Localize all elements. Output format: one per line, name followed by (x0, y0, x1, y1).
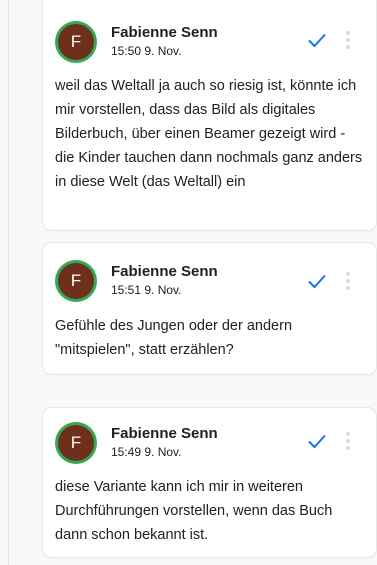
panel-divider (8, 0, 9, 565)
more-vert-icon[interactable] (342, 28, 354, 52)
author-avatar: F (58, 24, 94, 60)
check-icon[interactable] (305, 429, 329, 453)
author-avatar: F (58, 425, 94, 461)
comment-text: diese Variante kann ich mir in weiteren … (55, 479, 333, 543)
check-icon[interactable] (305, 28, 329, 52)
more-vert-icon[interactable] (342, 269, 354, 293)
comment-timestamp: 15:50 9. Nov. (111, 44, 182, 58)
more-vert-icon[interactable] (342, 429, 354, 453)
comment-card[interactable]: F Fabienne Senn 15:49 9. Nov. diese Vari… (43, 408, 376, 557)
comment-timestamp: 15:51 9. Nov. (111, 283, 182, 297)
author-avatar: F (58, 263, 94, 299)
comment-timestamp: 15:49 9. Nov. (111, 445, 182, 459)
check-icon[interactable] (305, 269, 329, 293)
author-name: Fabienne Senn (111, 425, 218, 442)
comment-text: weil das Weltall ja auch so riesig ist, … (55, 78, 363, 190)
comment-card[interactable]: F Fabienne Senn 15:50 9. Nov. weil das W… (43, 0, 376, 230)
comment-text: Gefühle des Jungen oder der andern "mits… (55, 318, 293, 358)
author-name: Fabienne Senn (111, 24, 218, 41)
comments-panel: F Fabienne Senn 15:50 9. Nov. weil das W… (0, 0, 377, 565)
comment-card[interactable]: F Fabienne Senn 15:51 9. Nov. Gefühle de… (43, 243, 376, 374)
author-name: Fabienne Senn (111, 263, 218, 280)
